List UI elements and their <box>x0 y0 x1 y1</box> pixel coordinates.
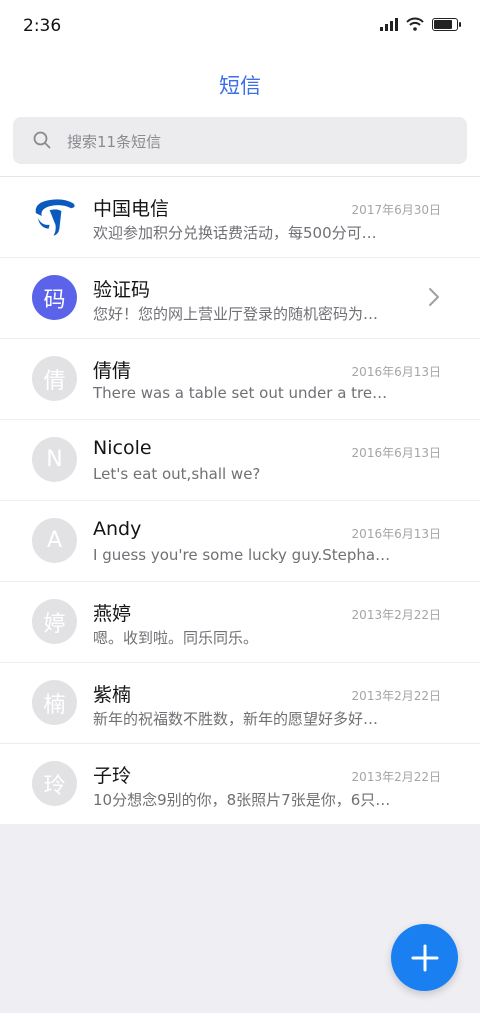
message-preview: I guess you're some lucky guy.Stepha… <box>93 546 391 564</box>
contact-name: Nicole <box>93 437 152 459</box>
avatar: A <box>32 518 77 563</box>
message-row-china-telecom[interactable]: 中国电信 2017年6月30日 欢迎参加积分兑换话费活动，每500分可… <box>0 176 480 257</box>
message-row[interactable]: 婷 燕婷 2013年2月22日 嗯。收到啦。同乐同乐。 <box>0 581 480 662</box>
chevron-right-icon <box>429 288 439 306</box>
message-preview: 欢迎参加积分兑换话费活动，每500分可… <box>93 224 377 242</box>
contact-name: 紫楠 <box>93 684 132 706</box>
search-bar[interactable]: 搜索11条短信 <box>13 117 467 164</box>
search-input[interactable]: 搜索11条短信 <box>67 131 161 152</box>
avatar: N <box>32 437 77 482</box>
message-date: 2013年2月22日 <box>351 608 441 622</box>
message-date: 2013年2月22日 <box>351 689 441 703</box>
contact-name: 验证码 <box>93 279 151 301</box>
status-time: 2:36 <box>23 16 62 36</box>
wifi-icon <box>406 17 424 31</box>
contact-name: 倩倩 <box>93 360 132 382</box>
contact-name: 燕婷 <box>93 603 132 625</box>
avatar: 玲 <box>32 761 77 806</box>
message-preview: 嗯。收到啦。同乐同乐。 <box>93 629 259 647</box>
message-row[interactable]: 楠 紫楠 2013年2月22日 新年的祝福数不胜数，新年的愿望好多好… <box>0 662 480 743</box>
avatar: 婷 <box>32 599 77 644</box>
battery-icon <box>432 17 461 31</box>
contact-name: 中国电信 <box>93 198 170 220</box>
message-list: 中国电信 2017年6月30日 欢迎参加积分兑换话费活动，每500分可… 码 验… <box>0 176 480 824</box>
message-row[interactable]: 倩 倩倩 2016年6月13日 There was a table set ou… <box>0 338 480 419</box>
contact-name: 子玲 <box>93 765 132 787</box>
china-telecom-logo-icon <box>32 194 77 239</box>
message-preview: There was a table set out under a tree i… <box>93 384 393 402</box>
message-preview: 您好！您的网上营业厅登录的随机密码为… <box>93 305 379 323</box>
avatar: 楠 <box>32 680 77 725</box>
search-icon <box>33 131 51 149</box>
message-preview: Let's eat out,shall we? <box>93 465 261 483</box>
message-date: 2016年6月13日 <box>351 446 441 460</box>
signal-icon <box>380 17 398 31</box>
message-date: 2013年2月22日 <box>351 770 441 784</box>
message-row[interactable]: N Nicole 2016年6月13日 Let's eat out,shall … <box>0 419 480 500</box>
avatar: 码 <box>32 275 77 320</box>
compose-button[interactable] <box>391 924 458 991</box>
message-row[interactable]: 玲 子玲 2013年2月22日 10分想念9别的你，8张照片7张是你，6只… <box>0 743 480 824</box>
message-row-verification[interactable]: 码 验证码 您好！您的网上营业厅登录的随机密码为… <box>0 257 480 338</box>
message-date: 2016年6月13日 <box>351 365 441 379</box>
contact-name: Andy <box>93 518 142 540</box>
message-date: 2017年6月30日 <box>351 203 441 217</box>
message-date: 2016年6月13日 <box>351 527 441 541</box>
plus-icon <box>411 944 438 971</box>
avatar: 倩 <box>32 356 77 401</box>
message-preview: 新年的祝福数不胜数，新年的愿望好多好… <box>93 710 379 728</box>
message-row[interactable]: A Andy 2016年6月13日 I guess you're some lu… <box>0 500 480 581</box>
page-title: 短信 <box>219 74 261 98</box>
message-preview: 10分想念9别的你，8张照片7张是你，6只… <box>93 791 391 809</box>
status-icons <box>380 17 461 31</box>
status-bar: 2:36 <box>0 0 480 52</box>
